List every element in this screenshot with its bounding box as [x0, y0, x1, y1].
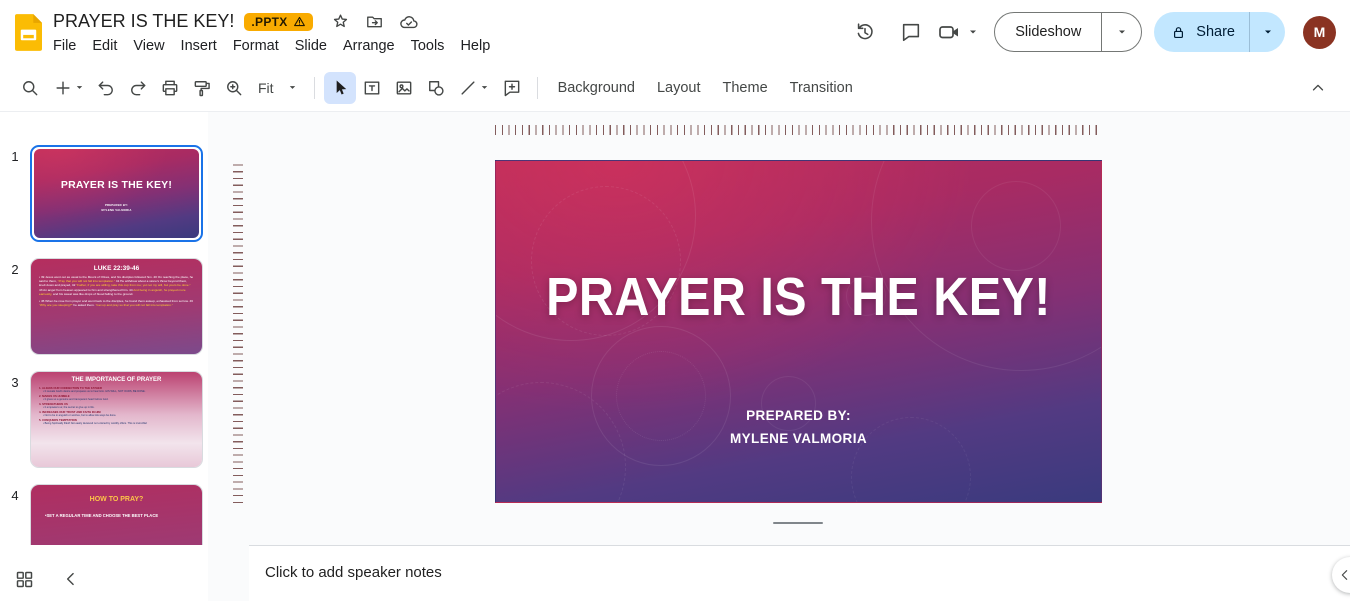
thumb1-title: PRAYER IS THE KEY!: [60, 179, 173, 191]
horizontal-ruler: [495, 125, 1102, 135]
share-dropdown-button[interactable]: [1249, 12, 1285, 52]
transition-button[interactable]: Transition: [779, 74, 864, 102]
thumb2-title: LUKE 22:39-46: [93, 265, 140, 272]
menu-insert[interactable]: Insert: [173, 36, 225, 56]
slide-filmstrip: 1 PRAYER IS THE KEY! PREPARED BY: MYLENE…: [0, 112, 208, 601]
pptx-format-badge[interactable]: .PPTX: [244, 12, 313, 31]
menu-format[interactable]: Format: [225, 36, 287, 56]
slide-canvas[interactable]: PRAYER IS THE KEY! PREPARED BY: MYLENE V…: [495, 160, 1102, 503]
lock-icon: [1174, 26, 1184, 38]
zoom-button[interactable]: [218, 72, 250, 104]
zoom-fit-value: Fit: [258, 79, 274, 96]
thumb2-body-2: • 45 When he rose from prayer and went b…: [39, 298, 193, 308]
caret-down-icon: [1118, 30, 1125, 34]
editor-workspace: PRAYER IS THE KEY! PREPARED BY: MYLENE V…: [208, 112, 1350, 601]
slides-logo[interactable]: [15, 13, 42, 51]
slide-thumbnail-2[interactable]: 2 LUKE 22:39-46 • 39 Jesus went out as u…: [0, 258, 208, 355]
document-title[interactable]: PRAYER IS THE KEY!: [53, 11, 234, 32]
slide-thumbnail-3[interactable]: 3 THE IMPORTANCE OF PRAYER 1. ALIGNS OUR…: [0, 371, 208, 468]
slide-4-number: 4: [11, 488, 19, 503]
grid-view-button[interactable]: [14, 569, 35, 590]
slide-1-thumb[interactable]: PRAYER IS THE KEY! PREPARED BY: MYLENE V…: [30, 145, 203, 242]
hide-menus-button[interactable]: [1300, 70, 1336, 106]
slide-2-number: 2: [11, 262, 19, 277]
theme-button[interactable]: Theme: [712, 74, 779, 102]
share-split-button: Share: [1154, 12, 1285, 52]
search-menus-button[interactable]: [14, 72, 46, 104]
horizontal-scrollbar[interactable]: [773, 522, 823, 524]
title-menu-block: PRAYER IS THE KEY! .PPTX File Edit View …: [53, 8, 498, 56]
new-slide-button[interactable]: [46, 72, 90, 104]
share-button[interactable]: Share: [1154, 12, 1249, 52]
caret-down-icon: [289, 86, 295, 89]
speaker-notes-placeholder[interactable]: Click to add speaker notes: [265, 564, 1350, 581]
slide-thumbnail-4[interactable]: 4 HOW TO PRAY? •SET A REGULAR TIME AND C…: [0, 484, 208, 545]
slideshow-split-button: Slideshow: [994, 12, 1143, 52]
move-folder-button[interactable]: [365, 12, 384, 31]
line-caret: [481, 86, 488, 89]
insert-comment-button[interactable]: [496, 72, 528, 104]
document-status-cloud-icon[interactable]: [399, 12, 419, 32]
background-button[interactable]: Background: [547, 74, 646, 102]
menu-slide[interactable]: Slide: [287, 36, 335, 56]
thumb4-body: •SET A REGULAR TIME AND CHOOSE THE BEST …: [45, 513, 159, 518]
insert-line-button[interactable]: [452, 72, 496, 104]
layout-button[interactable]: Layout: [646, 74, 712, 102]
paint-format-button[interactable]: [186, 72, 218, 104]
pptx-badge-label: .PPTX: [251, 14, 288, 29]
slide-subtitle-line2: MYLENE VALMORIA: [730, 431, 867, 446]
speaker-notes-area[interactable]: Click to add speaker notes: [249, 545, 1350, 601]
undo-button[interactable]: [90, 72, 122, 104]
slideshow-dropdown-button[interactable]: [1101, 13, 1141, 51]
slide-2-thumb[interactable]: LUKE 22:39-46 • 39 Jesus went out as usu…: [30, 258, 203, 355]
menu-edit[interactable]: Edit: [84, 36, 125, 56]
slideshow-button[interactable]: Slideshow: [995, 13, 1101, 51]
menu-view[interactable]: View: [125, 36, 172, 56]
menu-arrange[interactable]: Arrange: [335, 36, 403, 56]
share-button-label: Share: [1196, 24, 1235, 40]
toolbar: Fit Background Layout Theme Transition: [0, 64, 1350, 112]
menu-help[interactable]: Help: [452, 36, 498, 56]
app-header: PRAYER IS THE KEY! .PPTX File Edit View …: [0, 0, 1350, 64]
insert-shape-button[interactable]: [420, 72, 452, 104]
thumb3-body: 1. ALIGNS OUR CONNECTION TO THE FATHER • …: [39, 386, 148, 425]
slide-subtitle-line1: PREPARED BY:: [746, 408, 851, 423]
comment-history-button[interactable]: [891, 12, 931, 52]
meet-dropdown-caret: [970, 30, 977, 34]
slide-3-number: 3: [11, 375, 19, 390]
thumbnail-list: 1 PRAYER IS THE KEY! PREPARED BY: MYLENE…: [0, 112, 208, 545]
slide-title-textbox[interactable]: PRAYER IS THE KEY!: [511, 265, 1086, 328]
zoom-fit-dropdown[interactable]: Fit: [250, 76, 305, 100]
warning-icon: [293, 16, 305, 27]
slide-subtitle-textbox[interactable]: PREPARED BY: MYLENE VALMORIA: [496, 404, 1101, 450]
thumb1-subtitle: PREPARED BY: MYLENE VALMORIA: [34, 203, 199, 213]
star-button[interactable]: [331, 12, 350, 31]
redo-button[interactable]: [122, 72, 154, 104]
menu-bar: File Edit View Insert Format Slide Arran…: [45, 36, 498, 56]
vertical-ruler: [233, 160, 243, 503]
slide-1-number: 1: [11, 149, 19, 164]
version-history-button[interactable]: [845, 12, 885, 52]
thumb2-body-1: • 39 Jesus went out as usual to the Moun…: [39, 275, 194, 296]
meet-button[interactable]: [937, 20, 978, 44]
toolbar-divider: [313, 76, 315, 99]
caret-down-icon: [1264, 30, 1271, 34]
thumb1-sub2: MYLENE VALMORIA: [101, 207, 132, 212]
cursor-icon: [336, 80, 346, 94]
menu-tools[interactable]: Tools: [403, 36, 453, 56]
slide-thumbnail-1[interactable]: 1 PRAYER IS THE KEY! PREPARED BY: MYLENE…: [0, 145, 208, 242]
text-box-button[interactable]: [356, 72, 388, 104]
menu-file[interactable]: File: [45, 36, 84, 56]
thumb4-title: HOW TO PRAY?: [89, 496, 144, 503]
thumb3-title: THE IMPORTANCE OF PRAYER: [71, 377, 162, 383]
toolbar-divider: [536, 76, 538, 99]
print-button[interactable]: [154, 72, 186, 104]
collapse-filmstrip-button[interactable]: [61, 569, 81, 589]
insert-image-button[interactable]: [388, 72, 420, 104]
select-tool-button[interactable]: [323, 71, 356, 104]
slide-4-thumb[interactable]: HOW TO PRAY? •SET A REGULAR TIME AND CHO…: [30, 484, 203, 545]
slide-3-thumb[interactable]: THE IMPORTANCE OF PRAYER 1. ALIGNS OUR C…: [30, 371, 203, 468]
account-avatar[interactable]: M: [1303, 15, 1336, 49]
new-slide-caret: [76, 86, 82, 89]
